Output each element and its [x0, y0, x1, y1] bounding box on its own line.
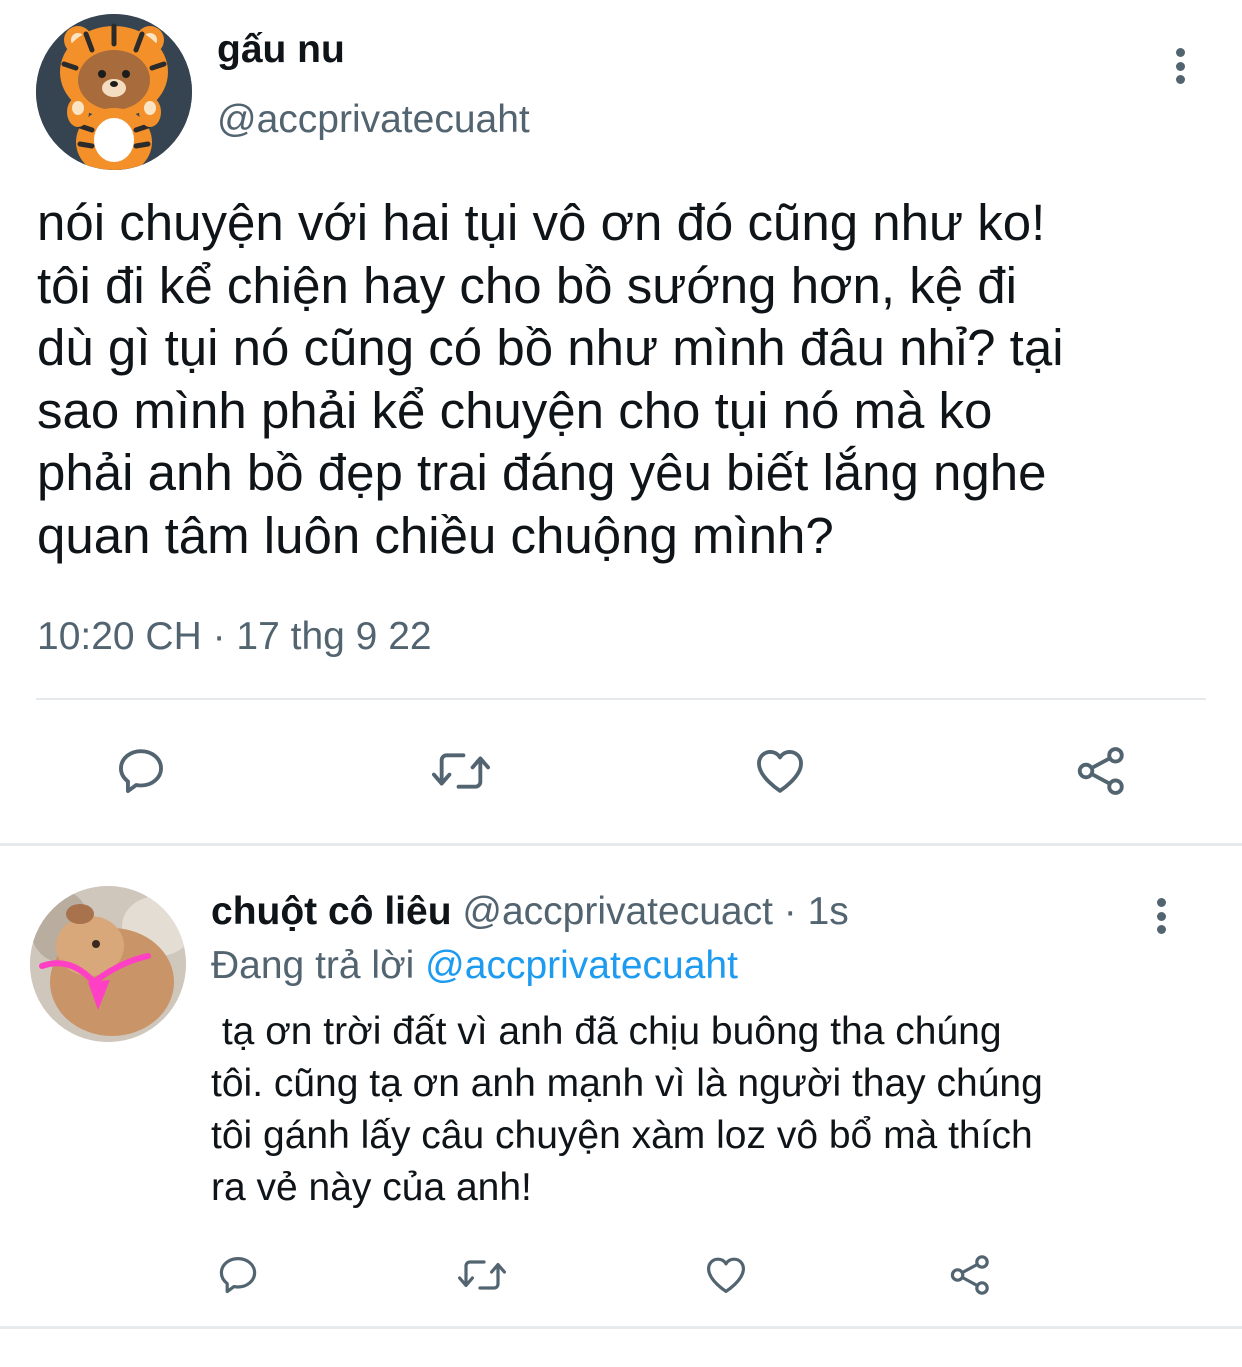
tweet-text-line: nói chuyện với hai tụi vô ơn đó cũng như…	[37, 194, 1046, 251]
section-divider	[0, 843, 1242, 846]
share-icon	[1077, 747, 1124, 795]
display-name[interactable]: gấu nu	[217, 28, 345, 72]
tweet-timestamp[interactable]: 10:20 CH · 17 thg 9 22	[37, 615, 432, 659]
avatar[interactable]	[36, 14, 192, 170]
reply-header: chuột cô liêu @accprivatecuact · 1s	[211, 890, 849, 934]
tweet-text: nói chuyện với hai tụi vô ơn đó cũng như…	[37, 192, 1217, 567]
share-button[interactable]	[944, 1250, 996, 1300]
retweet-button[interactable]	[452, 1250, 512, 1300]
tiger-bear-avatar-icon	[36, 14, 192, 170]
main-tweet: gấu nu @accprivatecuaht nói chuyện với h…	[0, 0, 1242, 843]
hamster-avatar-icon	[30, 886, 186, 1042]
replying-to-label: Đang trả lời	[211, 944, 415, 987]
retweet-button[interactable]	[425, 740, 497, 802]
like-button[interactable]	[749, 740, 811, 802]
more-options-icon[interactable]	[1143, 894, 1179, 938]
tweet-text: tạ ơn trời đất vì anh đã chịu buông tha …	[211, 1006, 1211, 1214]
like-icon	[707, 1257, 745, 1293]
reply-icon	[219, 1257, 257, 1294]
tweet-text-line: ra vẻ này của anh!	[211, 1166, 532, 1209]
section-divider	[0, 1326, 1242, 1329]
avatar[interactable]	[30, 886, 186, 1042]
tweet-text-line: quan tâm luôn chiều chuộng mình?	[37, 506, 834, 564]
divider	[36, 698, 1206, 700]
tweet-text-line: tôi gánh lấy câu chuyện xàm loz vô bổ mà…	[211, 1114, 1033, 1157]
replying-to: Đang trả lời @accprivatecuaht	[211, 944, 738, 988]
time-ago: · 1s	[783, 890, 849, 933]
user-handle[interactable]: @accprivatecuaht	[217, 98, 530, 142]
more-options-icon[interactable]	[1162, 44, 1198, 88]
reply-icon	[119, 749, 163, 793]
tweet-text-line: dù gì tụi nó cũng có bồ như mình đâu nhỉ…	[37, 319, 1064, 376]
replying-to-handle[interactable]: @accprivatecuaht	[425, 944, 738, 987]
display-name[interactable]: chuột cô liêu	[211, 890, 452, 933]
like-icon	[757, 749, 803, 793]
retweet-icon	[458, 1260, 506, 1290]
like-button[interactable]	[700, 1250, 752, 1300]
tweet-text-line: phải anh bồ đẹp trai đáng yêu biết lắng …	[37, 444, 1047, 501]
reply-button[interactable]	[110, 740, 172, 802]
share-button[interactable]	[1070, 740, 1132, 802]
reply-button[interactable]	[212, 1250, 264, 1300]
tweet-thread: gấu nu @accprivatecuaht nói chuyện với h…	[0, 0, 1242, 1367]
tweet-text-line: sao mình phải kể chuyện cho tụi nó mà ko	[37, 381, 993, 439]
share-icon	[950, 1255, 989, 1295]
tweet-text-line: tôi đi kể chiện hay cho bồ sướng hơn, kệ…	[37, 256, 1017, 314]
tweet-text-line: tạ ơn trời đất vì anh đã chịu buông tha …	[211, 1010, 1002, 1053]
user-handle[interactable]: @accprivatecuact	[462, 890, 773, 933]
tweet-text-line: tôi. cũng tạ ơn anh mạnh vì là người tha…	[211, 1062, 1043, 1105]
retweet-icon	[432, 753, 490, 789]
